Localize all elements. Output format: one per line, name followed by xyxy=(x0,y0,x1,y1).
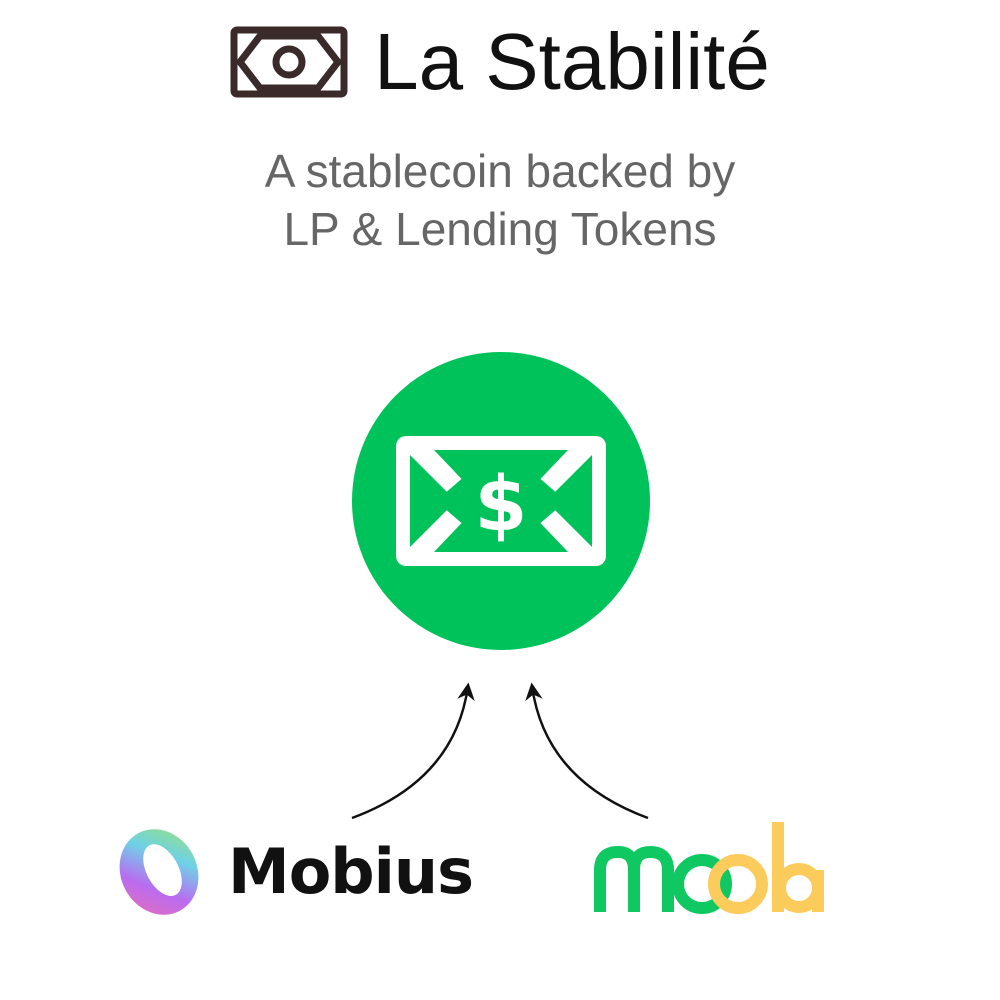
mobius-label: Mobius xyxy=(228,835,474,908)
moola-logo-icon: moola xyxy=(594,822,824,914)
arrow-mobius-to-coin xyxy=(351,682,475,820)
mobius-logo-icon xyxy=(119,829,199,915)
diagram-canvas: La Stabilité A stablecoin backed by LP &… xyxy=(0,0,1000,1000)
arrow-moola-to-coin xyxy=(525,682,649,820)
mobius-source: Mobius xyxy=(108,826,474,918)
moola-label: moola xyxy=(707,912,710,914)
